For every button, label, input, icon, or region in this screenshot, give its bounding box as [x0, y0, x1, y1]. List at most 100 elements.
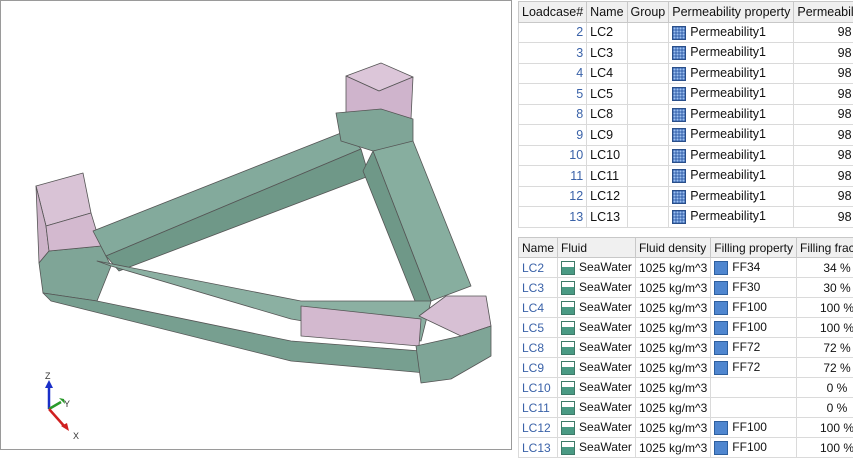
filling-property-icon	[714, 441, 728, 455]
fluid-cell[interactable]: SeaWater	[558, 438, 636, 458]
col-fluid-density[interactable]: Fluid density	[635, 238, 710, 258]
name-cell[interactable]: LC10	[519, 378, 558, 398]
property-cell[interactable]: Permeability1	[669, 22, 794, 43]
property-label: Permeability1	[690, 25, 766, 39]
col-filling-fraction[interactable]: Filling fraction	[796, 238, 853, 258]
table-row[interactable]: LC5SeaWater1025 kg/m^3FF100100 %	[519, 318, 853, 338]
property-cell[interactable]: Permeability1	[669, 43, 794, 64]
group-cell	[627, 43, 669, 64]
density-cell: 1025 kg/m^3	[635, 318, 710, 338]
table-row[interactable]: LC11SeaWater1025 kg/m^30 %	[519, 398, 853, 418]
table-row[interactable]: 11LC11Permeability198 %	[519, 166, 853, 187]
table-row[interactable]: LC12SeaWater1025 kg/m^3FF100100 %	[519, 418, 853, 438]
table-row[interactable]: 13LC13Permeability198 %	[519, 207, 853, 228]
property-cell[interactable]: Permeability1	[669, 63, 794, 84]
group-cell	[627, 207, 669, 228]
fluid-icon	[561, 441, 575, 455]
filling-fraction-cell: 30 %	[796, 278, 853, 298]
model-viewport[interactable]: Z Y X	[0, 0, 512, 450]
table-row[interactable]: LC9SeaWater1025 kg/m^3FF7272 %	[519, 358, 853, 378]
fluid-label: SeaWater	[579, 380, 632, 394]
property-label: Permeability1	[690, 168, 766, 182]
fluid-cell[interactable]: SeaWater	[558, 378, 636, 398]
property-cell[interactable]: Permeability1	[669, 125, 794, 146]
table-row[interactable]: 2LC2Permeability198 %	[519, 22, 853, 43]
fluid-cell[interactable]: SeaWater	[558, 418, 636, 438]
name-cell: LC5	[587, 84, 627, 105]
filling-fraction-cell: 0 %	[796, 398, 853, 418]
ballast-tank-model[interactable]: Z Y X	[1, 1, 513, 451]
property-cell[interactable]: Permeability1	[669, 207, 794, 228]
table-row[interactable]: 8LC8Permeability198 %	[519, 104, 853, 125]
filling-property-icon	[714, 421, 728, 435]
property-label: Permeability1	[690, 66, 766, 80]
permeability-table: Loadcase# Name Group Permeability proper…	[518, 1, 853, 228]
table-row[interactable]: LC10SeaWater1025 kg/m^30 %	[519, 378, 853, 398]
fluid-cell[interactable]: SeaWater	[558, 258, 636, 278]
filling-property-cell[interactable]: FF34	[711, 258, 797, 278]
name-cell[interactable]: LC12	[519, 418, 558, 438]
name-cell[interactable]: LC4	[519, 298, 558, 318]
fluid-cell[interactable]: SeaWater	[558, 278, 636, 298]
col-permeability-property[interactable]: Permeability property	[669, 2, 794, 23]
filling-property-cell[interactable]	[711, 398, 797, 418]
permeability-pattern-icon	[672, 108, 686, 122]
filling-property-cell[interactable]: FF72	[711, 338, 797, 358]
permeability-cell: 98 %	[794, 207, 853, 228]
property-cell[interactable]: Permeability1	[669, 166, 794, 187]
fluid-label: SeaWater	[579, 300, 632, 314]
name-cell: LC13	[587, 207, 627, 228]
table-row[interactable]: 9LC9Permeability198 %	[519, 125, 853, 146]
filling-property-cell[interactable]: FF30	[711, 278, 797, 298]
table-row[interactable]: LC8SeaWater1025 kg/m^3FF7272 %	[519, 338, 853, 358]
fluid-cell[interactable]: SeaWater	[558, 398, 636, 418]
name-cell[interactable]: LC11	[519, 398, 558, 418]
permeability-cell: 98 %	[794, 84, 853, 105]
filling-property-cell[interactable]: FF72	[711, 358, 797, 378]
table-row[interactable]: 10LC10Permeability198 %	[519, 145, 853, 166]
col-permeability[interactable]: Permeability	[794, 2, 853, 23]
filling-property-cell[interactable]: FF100	[711, 318, 797, 338]
col-fluid[interactable]: Fluid	[558, 238, 636, 258]
table-row[interactable]: 4LC4Permeability198 %	[519, 63, 853, 84]
filling-fraction-cell: 100 %	[796, 318, 853, 338]
col-group[interactable]: Group	[627, 2, 669, 23]
name-cell[interactable]: LC13	[519, 438, 558, 458]
name-cell[interactable]: LC9	[519, 358, 558, 378]
property-cell[interactable]: Permeability1	[669, 84, 794, 105]
axis-z-label: Z	[45, 371, 51, 381]
property-cell[interactable]: Permeability1	[669, 104, 794, 125]
table-row[interactable]: 12LC12Permeability198 %	[519, 186, 853, 207]
table-row[interactable]: 3LC3Permeability198 %	[519, 43, 853, 64]
permeability-pattern-icon	[672, 46, 686, 60]
fluid-cell[interactable]: SeaWater	[558, 318, 636, 338]
filling-property-cell[interactable]: FF100	[711, 298, 797, 318]
table-row[interactable]: LC2SeaWater1025 kg/m^3FF3434 %	[519, 258, 853, 278]
filling-property-cell[interactable]: FF100	[711, 418, 797, 438]
col-name[interactable]: Name	[519, 238, 558, 258]
name-cell[interactable]: LC3	[519, 278, 558, 298]
property-cell[interactable]: Permeability1	[669, 145, 794, 166]
filling-property-cell[interactable]	[711, 378, 797, 398]
name-cell[interactable]: LC5	[519, 318, 558, 338]
col-loadcase[interactable]: Loadcase#	[519, 2, 587, 23]
col-name[interactable]: Name	[587, 2, 627, 23]
name-cell[interactable]: LC2	[519, 258, 558, 278]
fluid-cell[interactable]: SeaWater	[558, 338, 636, 358]
loadcase-cell: 3	[519, 43, 587, 64]
table-row[interactable]: LC13SeaWater1025 kg/m^3FF100100 %	[519, 438, 853, 458]
table-row[interactable]: LC4 SeaWater1025 kg/m^3FF100100 %	[519, 298, 853, 318]
filling-fraction-cell: 100 %	[796, 298, 853, 318]
col-filling-property[interactable]: Filling property	[711, 238, 797, 258]
density-cell: 1025 kg/m^3	[635, 298, 710, 318]
table-row[interactable]: LC3SeaWater1025 kg/m^3FF3030 %	[519, 278, 853, 298]
filling-property-cell[interactable]: FF100	[711, 438, 797, 458]
fluid-cell[interactable]: SeaWater	[558, 358, 636, 378]
table-row[interactable]: 5LC5Permeability198 %	[519, 84, 853, 105]
filling-property-label: FF34	[732, 260, 760, 274]
name-cell[interactable]: LC8	[519, 338, 558, 358]
property-cell[interactable]: Permeability1	[669, 186, 794, 207]
filling-fraction-cell: 100 %	[796, 418, 853, 438]
property-label: Permeability1	[690, 45, 766, 59]
fluid-cell[interactable]: SeaWater	[558, 298, 636, 318]
